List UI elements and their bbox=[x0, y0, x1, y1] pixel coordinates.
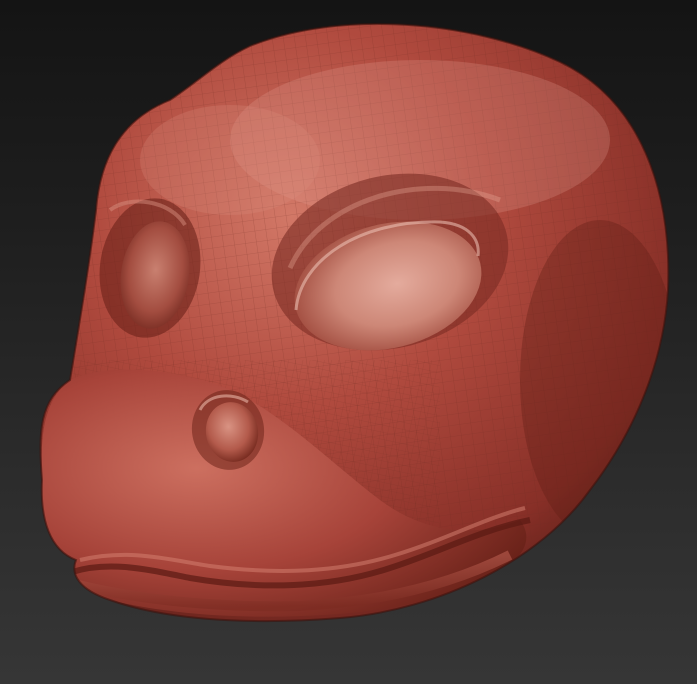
viewport-canvas[interactable] bbox=[0, 0, 697, 684]
sculpt-render bbox=[39, 22, 670, 623]
creature-head bbox=[39, 22, 670, 623]
